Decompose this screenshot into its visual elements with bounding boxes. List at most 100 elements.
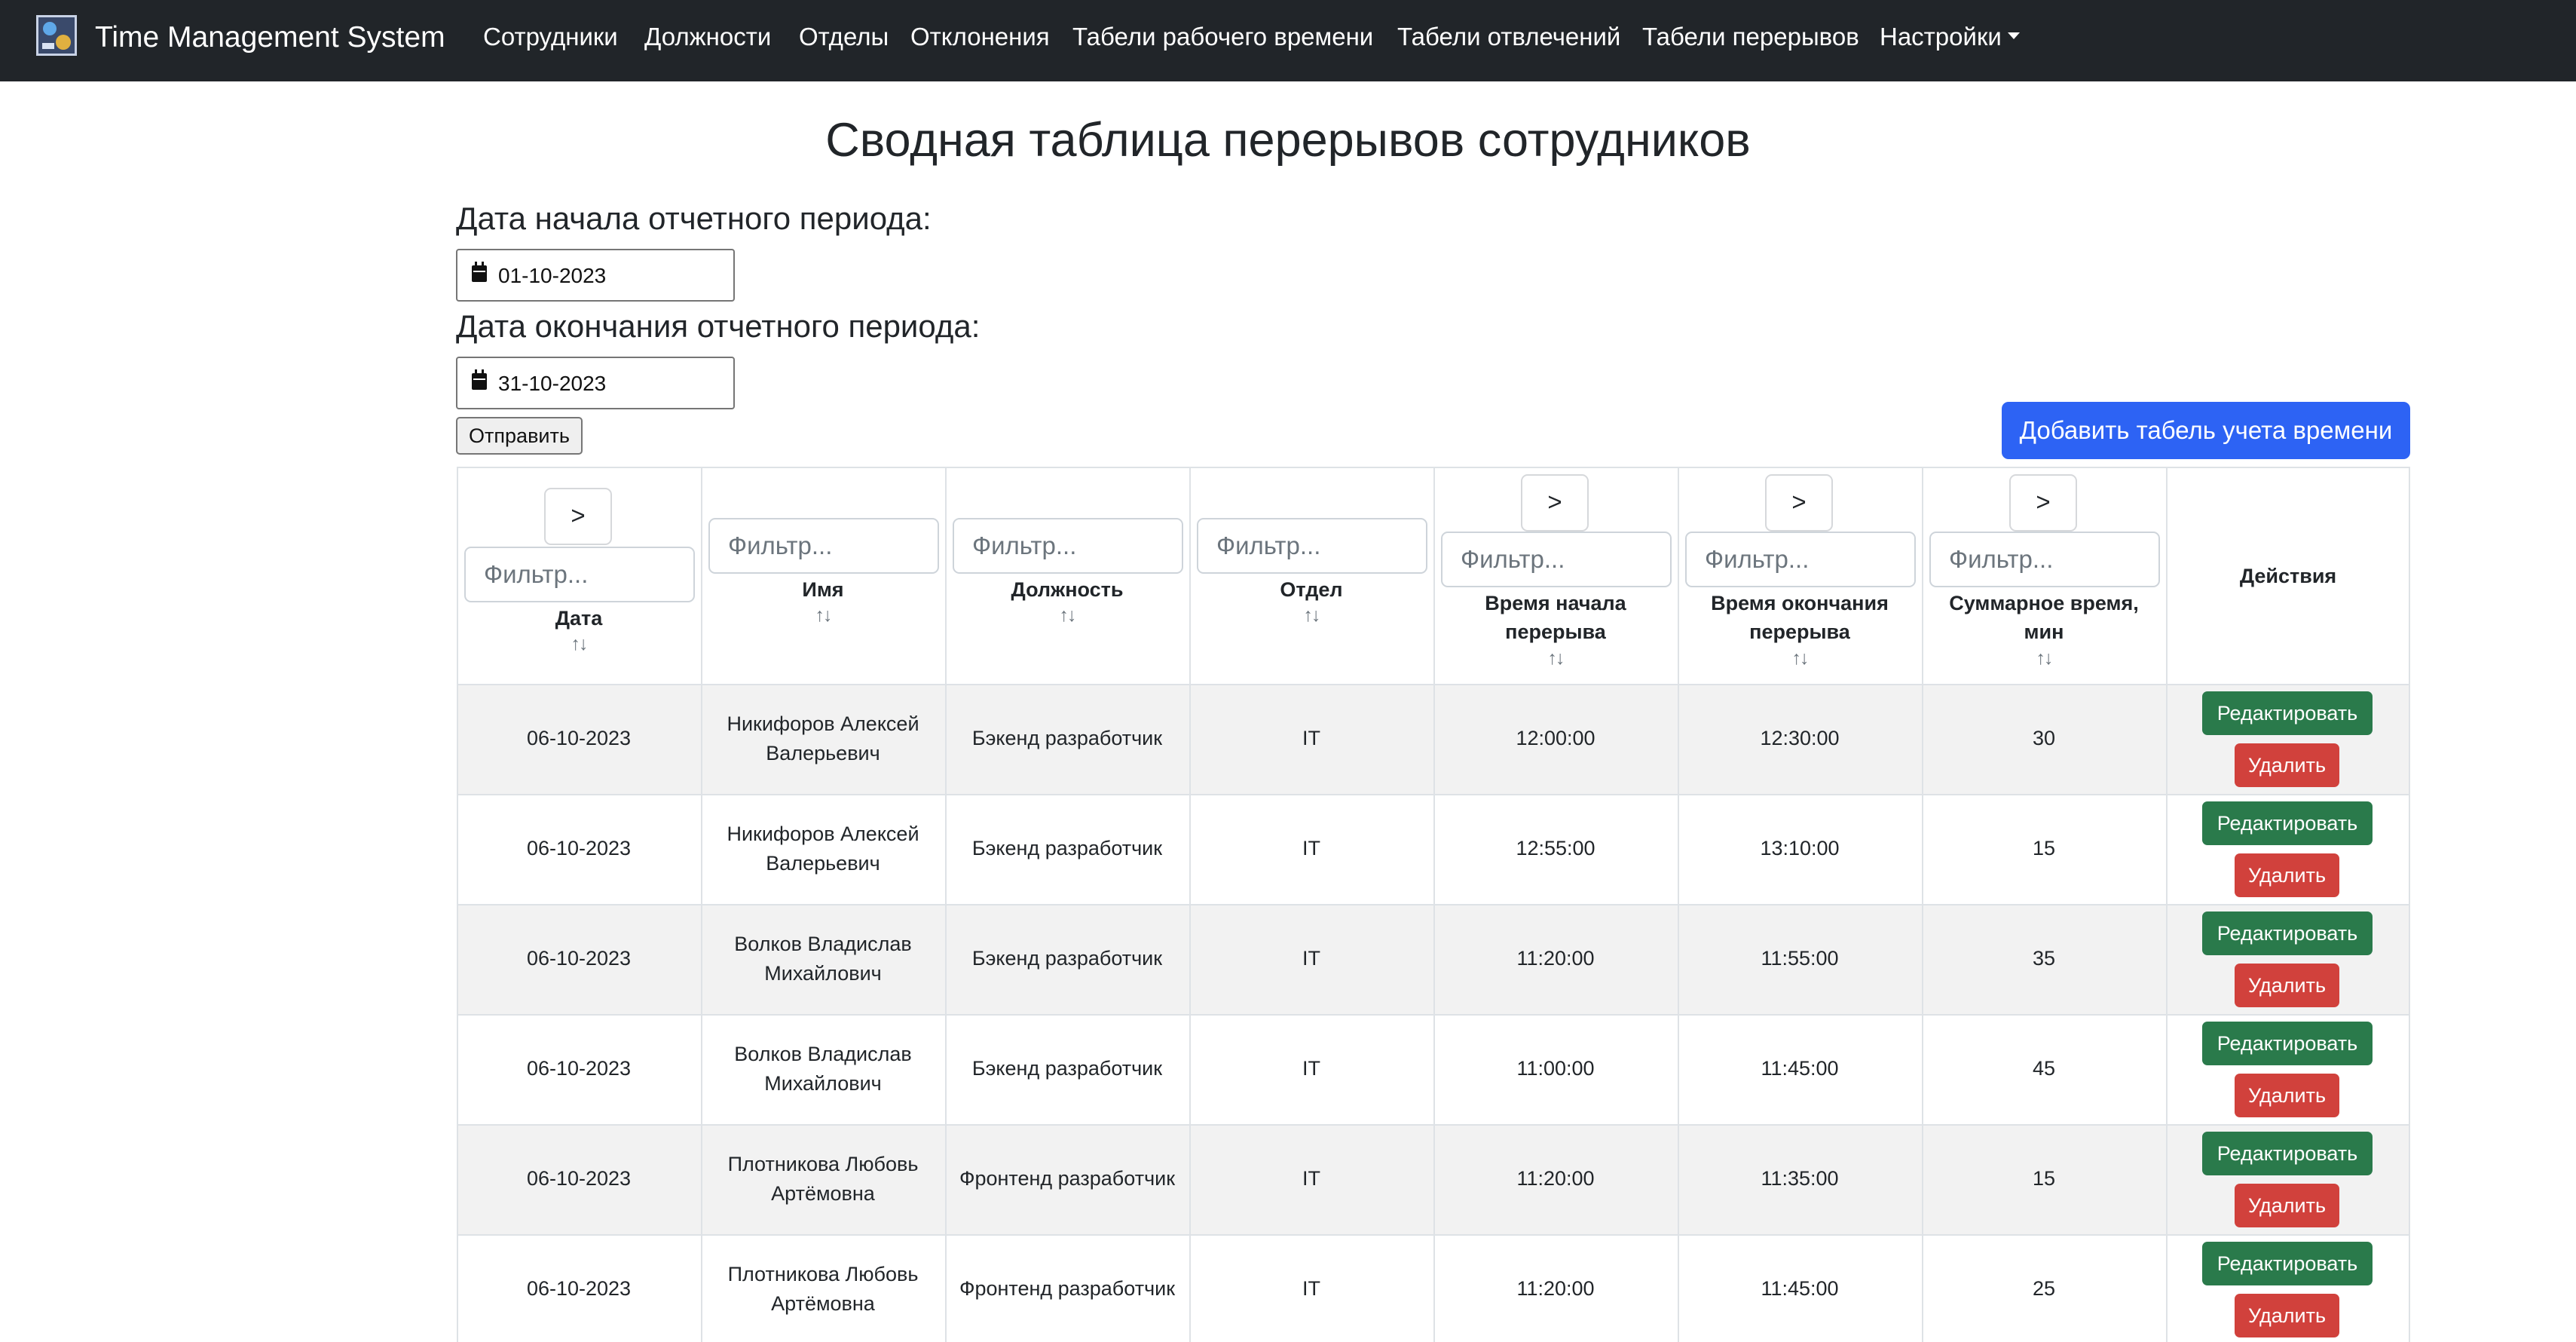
cell-total-time: 35 [2032,947,2056,970]
column-header-start-time[interactable]: Время начала перерыва [1433,589,1678,646]
cell-start-time: 11:00:00 [1516,1057,1595,1080]
sort-arrows-icon[interactable]: ↑↓ [1922,648,2166,669]
cell-total-time: 15 [2032,1167,2056,1190]
sort-arrows-icon[interactable]: ↑↓ [701,605,945,627]
delete-button[interactable]: Удалить [2235,853,2339,897]
cell-department: IT [1302,947,1320,970]
cell-position: Бэкенд разработчик [971,1057,1163,1080]
cell-name-line2: Валерьевич [766,742,880,764]
cell-name-line2: Михайлович [764,962,882,985]
nav-break-sheets[interactable]: Табели перерывов [1642,23,1859,51]
edit-button[interactable]: Редактировать [2202,912,2373,955]
cell-end-time: 11:55:00 [1761,947,1839,970]
delete-button[interactable]: Удалить [2235,743,2339,787]
cell-name: Плотникова Любовь Артёмовна [701,1260,945,1319]
cell-name-line1: Волков Владислав [734,933,912,955]
cell-position: Бэкенд разработчик [971,837,1163,859]
submit-button[interactable]: Отправить [456,417,583,455]
delete-button[interactable]: Удалить [2235,1294,2339,1337]
app-logo-icon[interactable] [36,15,77,56]
column-header-position[interactable]: Должность [945,575,1189,604]
table-column-divider [2409,467,2410,1342]
cell-date: 06-10-2023 [526,837,632,859]
column-header-end-time[interactable]: Время окончания перерыва [1678,589,1922,646]
cell-name: Никифоров Алексей Валерьевич [701,820,945,878]
column-header-start-time-line2: перерыва [1505,620,1606,643]
cell-date: 06-10-2023 [526,1167,632,1190]
cell-name: Волков Владислав Михайлович [701,930,945,988]
cell-date: 06-10-2023 [526,727,632,749]
cell-start-time: 11:20:00 [1516,1277,1595,1300]
nav-employees[interactable]: Сотрудники [483,23,618,51]
end-date-input[interactable]: 31-10-2023 [456,357,735,409]
start-date-label: Дата начала отчетного периода: [456,201,932,236]
cell-name: Никифоров Алексей Валерьевич [701,709,945,768]
nav-deviations[interactable]: Отклонения [910,23,1050,51]
delete-button[interactable]: Удалить [2235,1074,2339,1117]
start-time-filter-input[interactable]: Фильтр... [1441,532,1672,587]
name-filter-input[interactable]: Фильтр... [708,518,939,574]
end-date-label: Дата окончания отчетного периода: [456,308,981,344]
column-header-total-time-line2: мин [2024,620,2064,643]
sort-arrows-icon[interactable]: ↑↓ [945,605,1189,627]
cell-end-time: 11:45:00 [1761,1277,1839,1300]
cell-end-time: 13:10:00 [1760,837,1840,859]
cell-position: Бэкенд разработчик [971,727,1163,749]
cell-start-time: 12:00:00 [1516,727,1595,749]
date-compare-button[interactable]: > [544,488,612,545]
cell-total-time: 45 [2032,1057,2056,1080]
column-header-name[interactable]: Имя [701,575,945,604]
table-column-divider [2166,467,2168,1342]
sort-arrows-icon[interactable]: ↑↓ [1678,648,1922,669]
delete-button[interactable]: Удалить [2235,1184,2339,1227]
sort-arrows-icon[interactable]: ↑↓ [1433,648,1678,669]
cell-department: IT [1302,837,1320,859]
cell-date: 06-10-2023 [526,947,632,970]
column-header-end-time-line1: Время окончания [1711,592,1889,614]
table-row-divider [457,684,2410,685]
cell-name: Плотникова Любовь Артёмовна [701,1150,945,1209]
calendar-icon [472,262,487,282]
nav-settings-dropdown[interactable]: Настройки [1880,23,2020,51]
edit-button[interactable]: Редактировать [2202,1242,2373,1285]
date-filter-input[interactable]: Фильтр... [464,547,695,602]
cell-name-line1: Плотникова Любовь [727,1263,919,1285]
cell-name-line1: Никифоров Алексей [727,823,919,845]
nav-distraction-sheets[interactable]: Табели отвлечений [1397,23,1620,51]
position-filter-input[interactable]: Фильтр... [953,518,1183,574]
navbar: Time Management System Сотрудники Должно… [0,0,2576,81]
edit-button[interactable]: Редактировать [2202,1022,2373,1065]
table-row-divider [457,794,2410,795]
cell-start-time: 11:20:00 [1516,947,1595,970]
table-row-divider [457,1124,2410,1126]
total-time-filter-input[interactable]: Фильтр... [1929,532,2160,587]
sort-arrows-icon[interactable]: ↑↓ [457,633,701,655]
app-title[interactable]: Time Management System [95,21,445,54]
column-header-department[interactable]: Отдел [1189,575,1433,604]
end-date-value: 31-10-2023 [498,372,607,395]
sort-arrows-icon[interactable]: ↑↓ [1189,605,1433,627]
start-date-input[interactable]: 01-10-2023 [456,249,735,302]
cell-date: 06-10-2023 [526,1277,632,1300]
department-filter-input[interactable]: Фильтр... [1197,518,1427,574]
cell-name-line1: Никифоров Алексей [727,712,919,735]
table-row-divider [457,1014,2410,1016]
nav-departments[interactable]: Отделы [799,23,889,51]
end-time-filter-input[interactable]: Фильтр... [1685,532,1916,587]
cell-name-line2: Михайлович [764,1072,882,1095]
edit-button[interactable]: Редактировать [2202,801,2373,845]
cell-name-line2: Артёмовна [771,1292,875,1315]
delete-button[interactable]: Удалить [2235,964,2339,1007]
column-header-total-time[interactable]: Суммарное время, мин [1922,589,2166,646]
nav-positions[interactable]: Должности [644,23,771,51]
column-header-start-time-line1: Время начала [1485,592,1626,614]
add-timesheet-button[interactable]: Добавить табель учета времени [2002,402,2410,459]
end-time-compare-button[interactable]: > [1765,474,1833,532]
edit-button[interactable]: Редактировать [2202,1132,2373,1175]
cell-position: Фронтенд разработчик [959,1277,1176,1300]
column-header-date[interactable]: Дата [457,604,701,633]
start-time-compare-button[interactable]: > [1521,474,1589,532]
total-time-compare-button[interactable]: > [2009,474,2077,532]
edit-button[interactable]: Редактировать [2202,691,2373,735]
nav-worktime-sheets[interactable]: Табели рабочего времени [1072,23,1373,51]
